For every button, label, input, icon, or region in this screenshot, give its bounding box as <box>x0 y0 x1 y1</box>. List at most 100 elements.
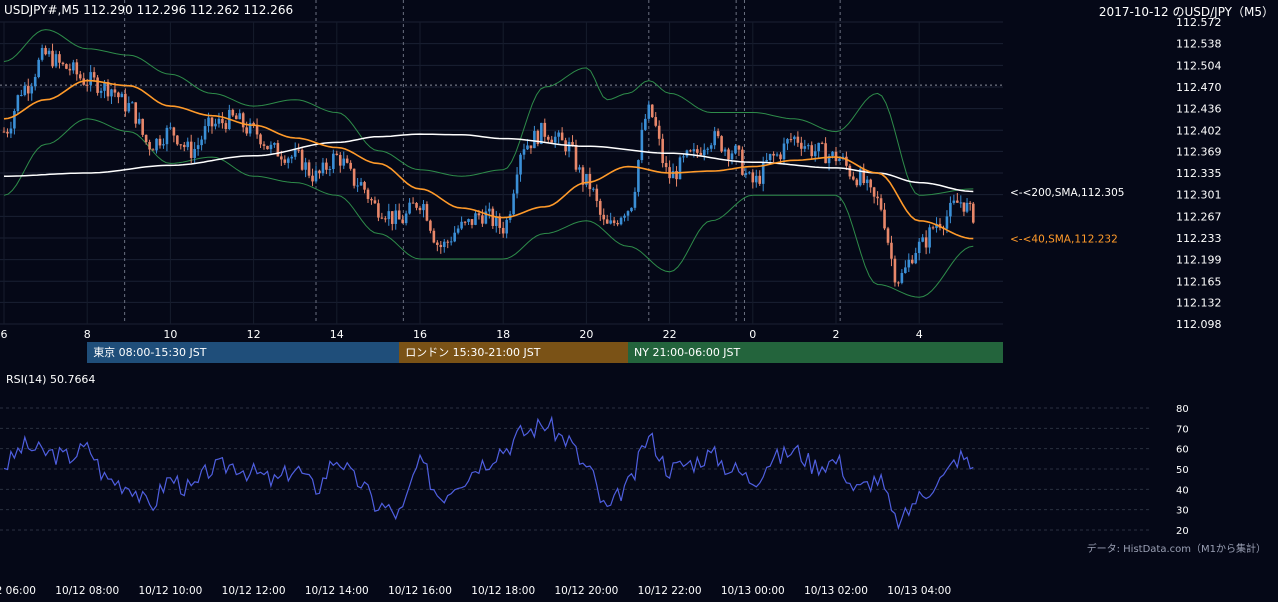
candle-body <box>44 47 47 55</box>
candle-body <box>283 159 287 163</box>
candle-body <box>51 50 54 67</box>
candle-body <box>505 219 508 234</box>
candle-body <box>186 141 190 148</box>
candle-body <box>543 122 547 137</box>
candle-body <box>831 151 834 157</box>
candle-body <box>203 126 207 140</box>
candle-body <box>40 47 44 60</box>
candle-body <box>241 113 245 128</box>
candle-body <box>373 200 377 204</box>
price-tick-label: 112.267 <box>1176 210 1222 223</box>
hour-tick-label: 2 <box>833 328 840 341</box>
candle-body <box>595 188 599 201</box>
candle-body <box>176 135 179 145</box>
rsi-line <box>3 415 974 531</box>
candle-body <box>65 64 68 69</box>
candle-body <box>345 158 349 163</box>
date-tick-label: 10/12 22:00 <box>638 585 702 597</box>
candle-body <box>758 175 762 184</box>
rsi-tick-label: 80 <box>1176 404 1189 415</box>
candle-body <box>779 154 782 160</box>
candle-body <box>553 136 557 143</box>
candle-body <box>619 217 623 225</box>
candle-body <box>713 131 716 146</box>
candle-body <box>397 210 401 220</box>
candles <box>2 43 975 287</box>
hour-tick-label: 4 <box>916 328 923 341</box>
hour-tick-label: 12 <box>247 328 261 341</box>
hour-tick-label: 0 <box>749 328 756 341</box>
candle-body <box>148 141 151 150</box>
candle-body <box>463 221 467 223</box>
candle-body <box>928 227 931 248</box>
candle-body <box>751 172 755 183</box>
candle-body <box>130 102 134 104</box>
candle-body <box>727 149 730 160</box>
candle-body <box>897 282 900 284</box>
candle-body <box>491 208 495 226</box>
candle-body <box>449 241 453 243</box>
candle-body <box>384 218 387 220</box>
candle-body <box>269 144 273 150</box>
rsi-tick-label: 60 <box>1176 445 1189 456</box>
candle-body <box>404 213 408 224</box>
price-y-axis: 112.572 112.538 112.504 112.470 112.436 112.4… <box>1176 16 1222 331</box>
candle-body <box>512 193 515 215</box>
candle-body <box>196 145 200 150</box>
candle-body <box>633 191 637 208</box>
candle-body <box>786 139 789 144</box>
candle-body <box>796 136 800 143</box>
candle-body <box>280 156 283 160</box>
rsi-tick-label: 40 <box>1176 485 1189 496</box>
candle-body <box>571 141 574 145</box>
candle-body <box>477 213 481 216</box>
candle-body <box>592 188 595 190</box>
candle-body <box>886 228 890 243</box>
candle-body <box>429 220 432 231</box>
candle-body <box>716 131 720 137</box>
rsi-tick-label: 20 <box>1176 526 1189 537</box>
candle-body <box>768 153 772 161</box>
candle-body <box>6 131 9 134</box>
candle-body <box>245 127 248 134</box>
candle-body <box>453 232 456 242</box>
price-tick-label: 112.369 <box>1176 145 1222 158</box>
candle-body <box>883 209 886 229</box>
candle-body <box>408 202 411 214</box>
session-tokyo-band: 東京 08:00-15:30 JST <box>87 342 400 363</box>
candle-body <box>793 136 796 140</box>
candle-body <box>165 127 169 145</box>
candle-body <box>734 145 737 154</box>
candle-body <box>910 259 914 264</box>
date-tick-label: 10/12 06:00 <box>0 585 36 597</box>
hour-tick-label: 20 <box>579 328 593 341</box>
candle-body <box>968 202 972 204</box>
candle-body <box>661 138 664 164</box>
candle-body <box>328 169 332 171</box>
candle-body <box>37 59 40 78</box>
candle-body <box>321 162 325 174</box>
price-tick-label: 112.098 <box>1176 318 1222 331</box>
candle-body <box>401 219 404 224</box>
candle-body <box>533 130 536 149</box>
candle-body <box>318 170 321 174</box>
hour-tick-label: 8 <box>84 328 91 341</box>
price-tick-label: 112.504 <box>1176 59 1222 72</box>
candle-body <box>689 150 692 152</box>
candle-body <box>120 93 124 98</box>
candle-body <box>78 74 82 79</box>
candle-body <box>488 208 491 212</box>
candle-body <box>817 142 820 152</box>
rsi-tick-label: 50 <box>1176 465 1189 476</box>
candle-body <box>54 54 58 67</box>
candle-body <box>657 125 661 139</box>
candle-body <box>616 222 619 225</box>
candle-body <box>626 211 630 216</box>
candle-body <box>800 142 803 149</box>
candle-body <box>664 163 668 168</box>
date-tick-label: 10/12 20:00 <box>554 585 618 597</box>
price-tick-label: 112.165 <box>1176 275 1222 288</box>
price-chart[interactable]: 112.572 112.538 112.504 112.470 112.436 112.4… <box>0 0 1278 342</box>
rsi-chart[interactable]: 80 70 60 50 40 30 20 <box>0 395 1278 555</box>
candle-body <box>325 162 328 170</box>
